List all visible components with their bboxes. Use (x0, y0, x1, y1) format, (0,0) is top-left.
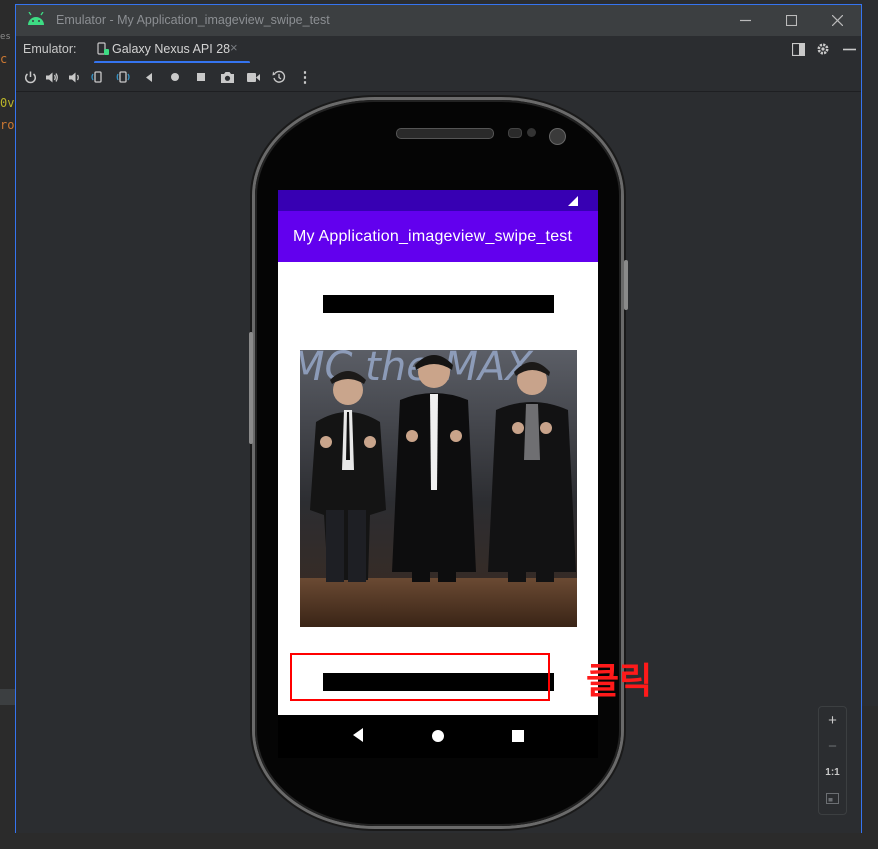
ide-code-fragment: c (0, 52, 8, 66)
volume-side-button[interactable] (249, 332, 253, 444)
proximity-sensor (508, 128, 522, 138)
layout-icon[interactable] (788, 40, 808, 58)
camera-icon[interactable] (218, 68, 236, 86)
window-title: Emulator - My Application_imageview_swip… (56, 13, 330, 27)
status-bar (278, 190, 598, 211)
emulator-window: Emulator - My Application_imageview_swip… (15, 4, 862, 833)
snapshot-icon[interactable] (270, 68, 288, 86)
nav-overview-icon[interactable] (511, 729, 525, 748)
light-sensor (527, 128, 536, 137)
screenrecord-icon[interactable] (244, 68, 262, 86)
title-bar[interactable]: Emulator - My Application_imageview_swip… (16, 5, 861, 36)
click-annotation: 클릭 (586, 661, 653, 702)
maximize-button[interactable] (768, 5, 814, 36)
tab-label: Galaxy Nexus API 28 (112, 42, 231, 56)
tab-galaxy-nexus[interactable]: Galaxy Nexus API 28 × (94, 36, 250, 64)
image-view[interactable]: MC the MAX (300, 350, 577, 627)
zoom-in-button[interactable]: + (819, 707, 846, 733)
ide-current-line (0, 689, 16, 705)
hide-panel-icon[interactable] (839, 40, 859, 58)
zoom-out-button[interactable]: − (819, 733, 846, 759)
phone-frame: My Application_imageview_swipe_test MC t… (249, 100, 628, 826)
nav-bar (278, 715, 598, 758)
power-icon[interactable] (21, 68, 39, 86)
rotate-right-icon[interactable] (114, 68, 132, 86)
zoom-controls: + − 1:1 (818, 706, 847, 815)
ide-code-fragment: 0v (0, 96, 15, 110)
click-highlight-box (290, 653, 550, 701)
emulator-toolbar: ⋮ (16, 63, 861, 92)
ide-code-fragment: ro (0, 118, 15, 132)
emulator-canvas: My Application_imageview_swipe_test MC t… (16, 92, 861, 833)
tab-bar: Emulator: Galaxy Nexus API 28 × (16, 36, 861, 64)
power-side-button[interactable] (624, 260, 628, 310)
volume-up-icon[interactable] (43, 68, 61, 86)
top-button[interactable] (323, 295, 554, 313)
volume-down-icon[interactable] (65, 68, 83, 86)
app-bar: My Application_imageview_swipe_test (278, 211, 598, 262)
emulator-label: Emulator: (23, 42, 77, 56)
back-icon[interactable] (140, 68, 158, 86)
android-icon (27, 11, 45, 31)
signal-icon (568, 196, 578, 206)
more-icon[interactable]: ⋮ (296, 68, 314, 86)
minimize-button[interactable] (722, 5, 768, 36)
rotate-left-icon[interactable] (88, 68, 106, 86)
gear-icon[interactable] (813, 40, 833, 58)
home-icon[interactable] (166, 68, 184, 86)
earpiece-speaker (396, 128, 494, 139)
device-icon (96, 42, 110, 61)
zoom-fit-icon[interactable] (819, 785, 846, 811)
nav-home-icon[interactable] (431, 729, 445, 748)
tab-close-icon[interactable]: × (230, 40, 238, 55)
nav-back-icon[interactable] (351, 727, 365, 748)
app-title: My Application_imageview_swipe_test (293, 228, 573, 245)
close-button[interactable] (814, 5, 860, 36)
overview-icon[interactable] (192, 68, 210, 86)
ide-code-fragment: es (0, 32, 11, 42)
front-camera (549, 128, 566, 145)
zoom-actual-size-button[interactable]: 1:1 (819, 759, 846, 785)
